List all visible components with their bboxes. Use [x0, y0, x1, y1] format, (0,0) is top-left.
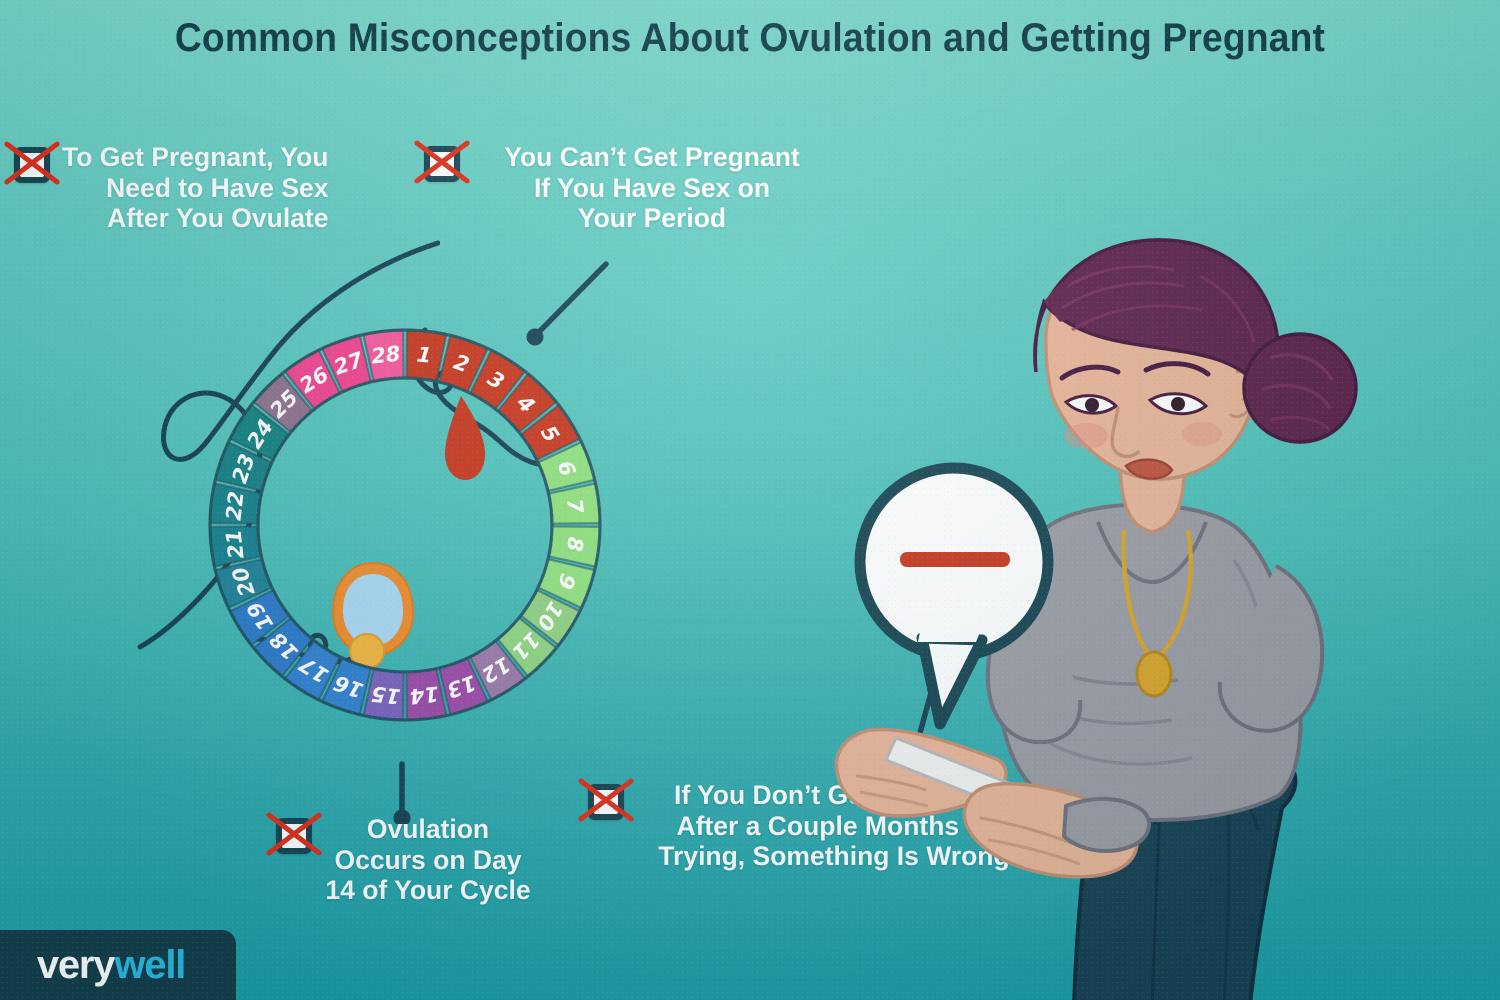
- callout-line: 14 of Your Cycle: [325, 875, 531, 906]
- callout-line: Occurs on Day: [334, 844, 522, 875]
- cycle-day-label-14: 14: [408, 681, 440, 708]
- cycle-day-labels: 1 234567891011121314151617181920212223242…: [222, 342, 588, 709]
- cycle-day-label-21: 21: [222, 528, 249, 560]
- menstrual-cycle-wheel: 1 2 3 4 5 6 7 8 9 10 11 12 13 14 15 16 17 18 19 20 21 22 23 24 2…: [170, 290, 640, 760]
- crossed-checkbox-icon-1: [14, 147, 50, 183]
- logo-well: well: [114, 942, 186, 987]
- minus-symbol: [900, 552, 1010, 567]
- woman-illustration: [834, 238, 1358, 1000]
- callout-line: To Get Pregnant, You: [62, 142, 329, 172]
- head: [1033, 238, 1358, 481]
- callout-line: Need to Have Sex: [106, 172, 329, 203]
- callout-line: You Can’t Get Pregnant: [504, 142, 800, 172]
- cycle-day-label-1: 1: [416, 342, 433, 367]
- page-title: Common Misconceptions About Ovulation an…: [174, 16, 1326, 60]
- crossed-checkbox-icon-4: [588, 784, 624, 820]
- crossed-checkbox-icon-2: [424, 146, 460, 182]
- cycle-day-label-15: 15: [370, 681, 402, 708]
- cycle-wheel-svg: 1 234567891011121314151617181920212223242…: [208, 328, 602, 722]
- cycle-day-label-22: 22: [222, 490, 249, 522]
- crossed-checkbox-icon-3: [276, 818, 312, 854]
- callout-line: If You Have Sex on: [533, 172, 771, 203]
- callout-line: Ovulation: [366, 814, 490, 844]
- verywell-logo[interactable]: verywell: [0, 930, 236, 1000]
- logo-very: very: [36, 942, 116, 987]
- callout-need-sex-after-ovulate: To Get Pregnant, You Need to Have Sex Af…: [62, 142, 329, 234]
- cycle-day-label-28: 28: [370, 342, 402, 369]
- infographic-canvas: Common Misconceptions About Ovulation an…: [0, 0, 1500, 1000]
- cycle-segments: [208, 328, 602, 722]
- logo-text: verywell: [36, 942, 187, 988]
- callout-line: After You Ovulate: [107, 203, 329, 234]
- callout-line: Your Period: [577, 203, 727, 234]
- callout-ovulation-day-14: Ovulation Occurs on Day 14 of Your Cycle: [318, 814, 538, 906]
- cycle-day-label-8: 8: [562, 536, 587, 553]
- pendant: [1135, 650, 1173, 698]
- callout-cant-get-pregnant-on-period: You Can’t Get Pregnant If You Have Sex o…: [472, 142, 832, 234]
- cuff: [1061, 797, 1152, 853]
- cycle-day-label-7: 7: [562, 497, 588, 515]
